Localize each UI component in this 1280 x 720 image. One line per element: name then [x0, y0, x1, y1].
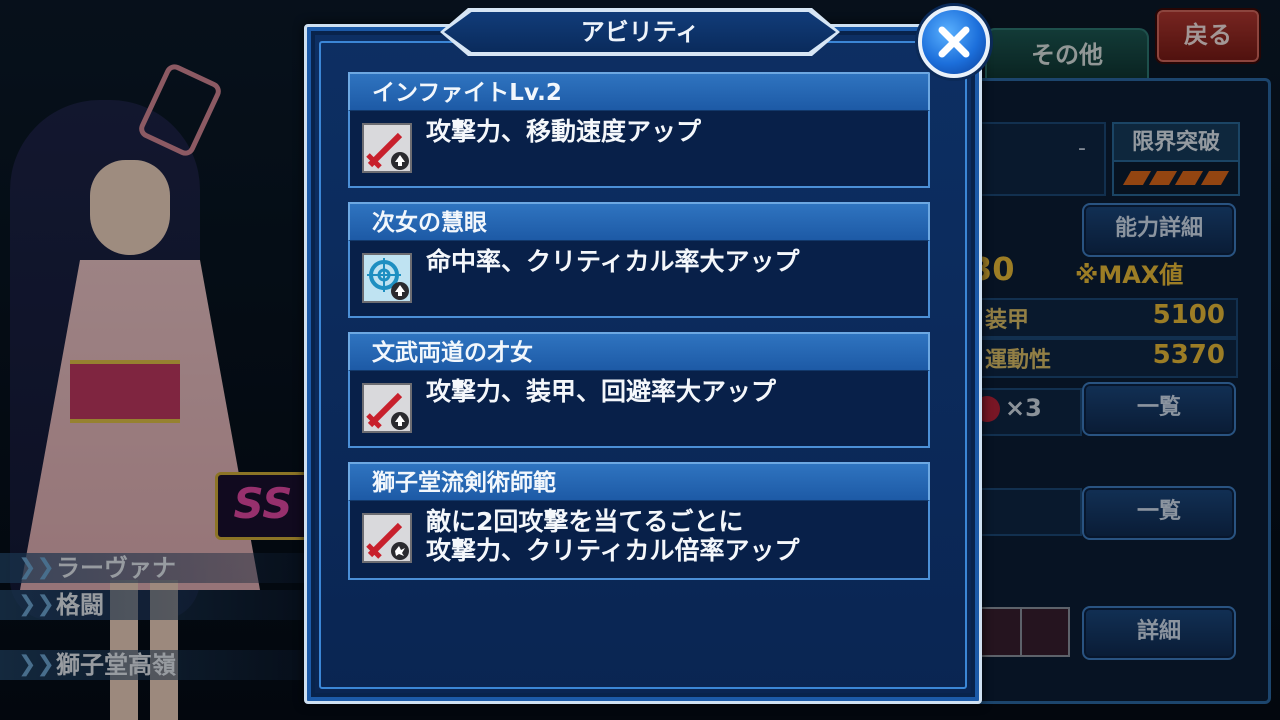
ability-card: 次女の慧眼 命中率、クリティカル率大アップ — [348, 202, 930, 318]
ability-card: 文武両道の才女 攻撃力、装甲、回避率大アップ — [348, 332, 930, 448]
ability-card: インファイトLv.2 攻撃力、移動速度アップ — [348, 72, 930, 188]
ability-body: 命中率、クリティカル率大アップ — [348, 240, 930, 318]
ability-body: 攻撃力、移動速度アップ — [348, 110, 930, 188]
ability-description: 攻撃力、移動速度アップ — [426, 117, 702, 146]
ability-name: 獅子堂流剣術師範 — [348, 462, 930, 500]
ability-name: インファイトLv.2 — [348, 72, 930, 110]
ability-card: 獅子堂流剣術師範 敵に2回攻撃を当てるごとに 攻撃力、クリティカル倍率アップ — [348, 462, 930, 580]
dialog-title: アビリティ — [444, 12, 836, 52]
ability-body: 攻撃力、装甲、回避率大アップ — [348, 370, 930, 448]
ability-description: 敵に2回攻撃を当てるごとに 攻撃力、クリティカル倍率アップ — [426, 507, 800, 565]
ability-name: 文武両道の才女 — [348, 332, 930, 370]
ability-description: 命中率、クリティカル率大アップ — [426, 247, 800, 276]
sword-up-icon — [362, 383, 412, 433]
ability-description: 攻撃力、装甲、回避率大アップ — [426, 377, 777, 406]
close-icon — [938, 26, 970, 58]
ability-body: 敵に2回攻撃を当てるごとに 攻撃力、クリティカル倍率アップ — [348, 500, 930, 580]
game-screen: SS ❯❯ ラーヴァナ ❯❯ 格闘 ❯❯ 獅子堂高嶺 戻る その他 - 限界突破… — [0, 0, 1280, 720]
target-up-icon — [362, 253, 412, 303]
ability-name: 次女の慧眼 — [348, 202, 930, 240]
sword-up-icon — [362, 123, 412, 173]
close-button[interactable] — [918, 6, 990, 78]
sword-hit-icon — [362, 513, 412, 563]
